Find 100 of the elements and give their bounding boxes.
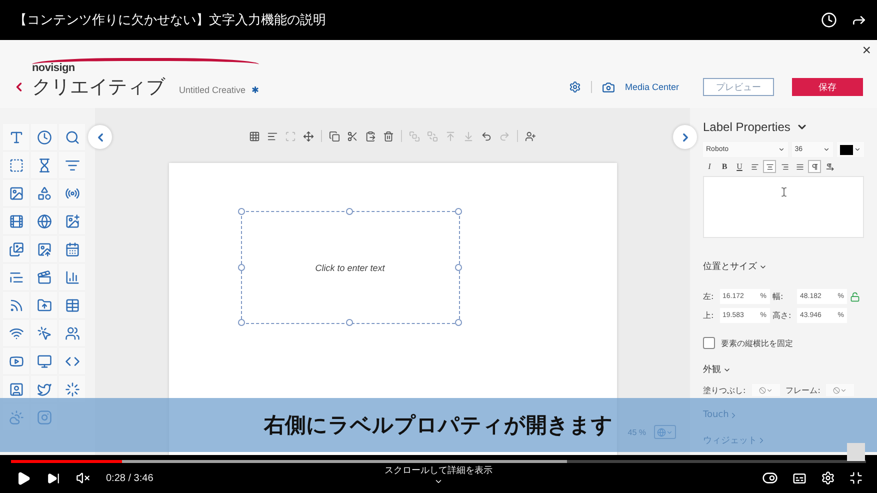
widget-tile[interactable] xyxy=(31,264,57,290)
widget-tile[interactable] xyxy=(59,124,85,150)
format-button[interactable]: I xyxy=(703,160,716,173)
widget-tile[interactable] xyxy=(31,180,57,206)
trash-icon[interactable] xyxy=(383,130,394,142)
resize-handle[interactable] xyxy=(346,208,353,215)
resize-handle[interactable] xyxy=(454,319,462,326)
format-button[interactable]: U xyxy=(733,160,746,173)
widget-tile[interactable] xyxy=(59,264,85,290)
align-justify-icon xyxy=(796,162,804,170)
user-plus-icon[interactable] xyxy=(525,130,536,142)
pilcrow-button[interactable] xyxy=(808,160,821,173)
settings-icon[interactable] xyxy=(568,81,581,93)
copy-icon[interactable] xyxy=(329,130,340,142)
mute-icon[interactable] xyxy=(76,471,90,485)
table-icon xyxy=(64,298,80,312)
unlocked-icon[interactable] xyxy=(850,292,860,302)
play-icon[interactable] xyxy=(16,470,31,486)
search-icon xyxy=(64,130,80,144)
rss-icon xyxy=(8,298,24,312)
widget-tile[interactable] xyxy=(31,208,57,234)
widget-tile[interactable] xyxy=(59,236,85,262)
collapse-left-button[interactable] xyxy=(88,125,112,149)
widget-tile[interactable] xyxy=(59,348,85,374)
resize-handle[interactable] xyxy=(454,208,462,215)
resize-handle[interactable] xyxy=(238,208,244,215)
undo-icon[interactable] xyxy=(481,130,492,142)
widget-tile[interactable] xyxy=(59,292,85,318)
media-center-link[interactable]: Media Center xyxy=(624,82,679,92)
progress-track[interactable] xyxy=(11,460,866,463)
section-heading[interactable]: 外観 xyxy=(703,363,864,376)
align-center-button[interactable] xyxy=(763,160,776,173)
widget-tile[interactable] xyxy=(3,320,29,346)
widget-tile[interactable] xyxy=(3,292,29,318)
close-button[interactable]: × xyxy=(862,42,871,59)
text-box[interactable]: Click to enter text xyxy=(240,211,460,324)
clock-icon[interactable] xyxy=(821,12,837,28)
user-square-icon xyxy=(8,382,24,396)
text-cursor-icon xyxy=(778,187,788,197)
fill-dropdown[interactable] xyxy=(752,384,780,396)
widget-tile[interactable] xyxy=(31,348,57,374)
image-plus-icon xyxy=(64,214,80,228)
widget-tile[interactable] xyxy=(3,124,29,150)
widget-tile[interactable] xyxy=(3,152,29,178)
widget-tile[interactable] xyxy=(59,152,85,178)
collapse-right-button[interactable] xyxy=(673,125,697,149)
resize-handle[interactable] xyxy=(238,319,244,326)
widget-tile[interactable] xyxy=(59,180,85,206)
bar-chart-icon xyxy=(64,270,80,284)
widget-tile[interactable] xyxy=(31,124,57,150)
exit-fullscreen-icon[interactable] xyxy=(849,471,863,485)
widget-tile[interactable] xyxy=(3,348,29,374)
widget-tile[interactable] xyxy=(3,236,29,262)
zoom-level: 45 % xyxy=(628,428,646,436)
frame-icon xyxy=(8,158,24,172)
cut-icon[interactable] xyxy=(347,130,358,142)
paste-icon[interactable] xyxy=(365,130,376,142)
widget-tile[interactable] xyxy=(3,208,29,234)
widget-tile[interactable] xyxy=(31,236,57,262)
section-heading[interactable]: 位置とサイズ xyxy=(703,260,864,273)
caret-icon xyxy=(854,146,861,153)
film-icon xyxy=(8,214,24,228)
autoplay-toggle-icon[interactable] xyxy=(762,470,778,486)
widget-tile[interactable] xyxy=(31,320,57,346)
resize-handle[interactable] xyxy=(454,264,462,270)
pilcrow-right-icon xyxy=(826,162,834,170)
frame-dropdown[interactable] xyxy=(826,384,854,396)
next-icon[interactable] xyxy=(47,472,60,484)
align-left-icon[interactable] xyxy=(267,130,278,142)
chevron-down-icon xyxy=(434,477,443,486)
camera-icon[interactable] xyxy=(602,80,615,94)
widget-tile[interactable] xyxy=(3,264,29,290)
widget-tile[interactable] xyxy=(59,320,85,346)
widget-tile[interactable] xyxy=(3,180,29,206)
clock-icon xyxy=(36,130,52,144)
caret-icon xyxy=(823,146,830,153)
unsaved-mark: ✱ xyxy=(252,84,260,96)
pilcrow-icon xyxy=(810,162,818,170)
resize-handle[interactable] xyxy=(346,319,353,326)
field-label: 高さ: xyxy=(772,310,792,321)
grid-icon[interactable] xyxy=(249,130,260,142)
list-icon xyxy=(64,158,80,172)
checkbox[interactable] xyxy=(703,337,715,349)
widget-tile[interactable] xyxy=(59,208,85,234)
color-picker[interactable] xyxy=(837,142,864,157)
widget-tile[interactable] xyxy=(31,152,57,178)
field-label: 上: xyxy=(703,310,715,321)
format-button[interactable]: B xyxy=(718,160,731,173)
text-lines-icon xyxy=(8,270,24,284)
caret-icon xyxy=(766,386,773,394)
subtitles-icon[interactable] xyxy=(792,470,807,486)
placeholder-text: Click to enter text xyxy=(315,262,385,272)
broadcast-icon xyxy=(64,186,80,200)
move-icon[interactable] xyxy=(303,130,314,142)
channel-thumbnail[interactable] xyxy=(847,443,865,461)
widget-tile[interactable] xyxy=(31,292,57,318)
resize-handle[interactable] xyxy=(238,264,244,270)
pointer-icon xyxy=(36,326,52,340)
folder-icon xyxy=(36,298,52,312)
save-button[interactable]: 保存 xyxy=(792,78,863,96)
